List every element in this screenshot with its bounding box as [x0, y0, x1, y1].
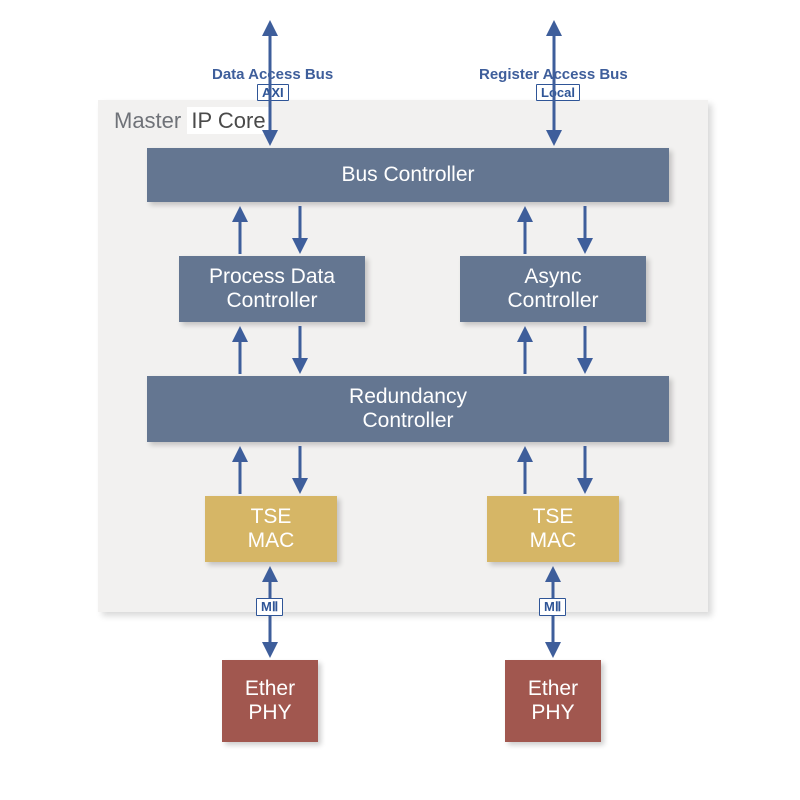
arrow-pdc-red-up	[228, 324, 252, 376]
async-controller-block: AsyncController	[460, 256, 646, 322]
tse-mac-a-block: TSEMAC	[205, 496, 337, 562]
mii-a-chip: MⅡ	[256, 598, 283, 616]
arrow-red-tse-b-dn	[573, 444, 597, 496]
arrow-bus-async-up	[513, 204, 537, 256]
arrow-async-red-dn	[573, 324, 597, 376]
core-title: Master IP Core	[114, 108, 270, 134]
arrow-bus-async-dn	[573, 204, 597, 256]
arrow-data-bus	[258, 18, 282, 148]
bus-controller-text: Bus Controller	[341, 163, 474, 187]
ether-phy-b-block: EtherPHY	[505, 660, 601, 742]
arrow-red-tse-a-dn	[288, 444, 312, 496]
ether-phy-a-block: EtherPHY	[222, 660, 318, 742]
bus-controller-block: Bus Controller	[147, 148, 669, 202]
arrow-reg-bus	[542, 18, 566, 148]
arrow-bus-pdc-up	[228, 204, 252, 256]
arrow-async-red-up	[513, 324, 537, 376]
redundancy-controller-block: RedundancyController	[147, 376, 669, 442]
process-data-controller-block: Process DataController	[179, 256, 365, 322]
mii-b-chip: MⅡ	[539, 598, 566, 616]
arrow-bus-pdc-dn	[288, 204, 312, 256]
arrow-red-tse-a-up	[228, 444, 252, 496]
arrow-red-tse-b-up	[513, 444, 537, 496]
core-title-a: Master	[114, 108, 181, 133]
arrow-pdc-red-dn	[288, 324, 312, 376]
tse-mac-b-block: TSEMAC	[487, 496, 619, 562]
